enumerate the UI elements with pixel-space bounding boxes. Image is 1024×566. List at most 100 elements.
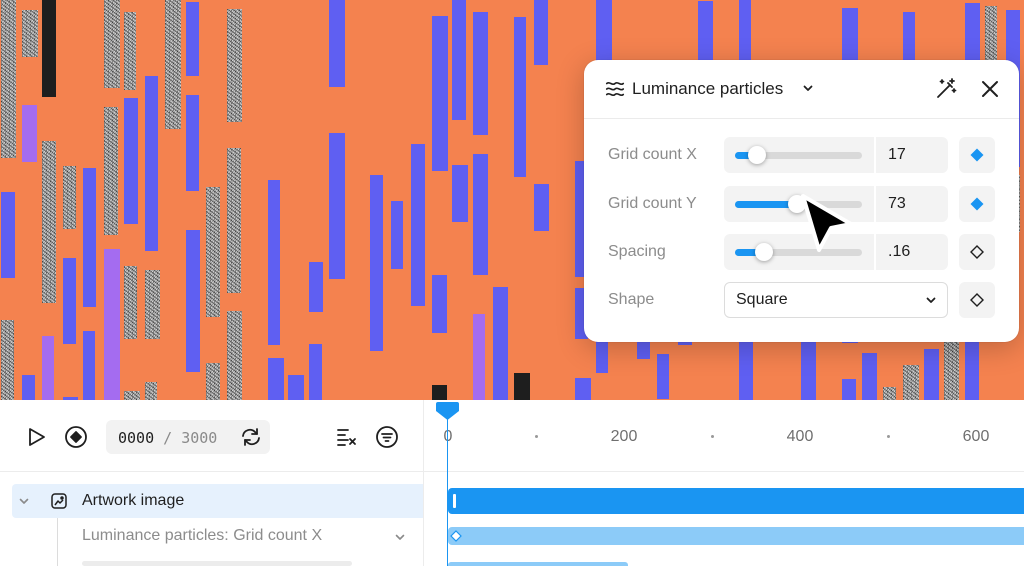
artwork-bar bbox=[329, 0, 345, 87]
property-label: Grid count X bbox=[608, 146, 697, 163]
keyframe-outline-icon bbox=[970, 245, 984, 259]
property-label: Shape bbox=[608, 291, 655, 308]
artwork-bar bbox=[534, 0, 548, 65]
divider bbox=[0, 471, 1024, 472]
artwork-bar bbox=[42, 0, 56, 97]
artwork-bar bbox=[883, 387, 896, 400]
artwork-bar bbox=[391, 201, 403, 269]
track-bar-artwork[interactable] bbox=[448, 488, 1024, 514]
artwork-bar bbox=[452, 165, 468, 222]
playhead-line bbox=[447, 414, 448, 566]
artwork-bar bbox=[452, 0, 466, 120]
property-row-grid-count-x: Grid count X 17 bbox=[584, 137, 1019, 173]
timecode-display[interactable]: 0000 / 3000 bbox=[106, 420, 270, 454]
keyframe-icon[interactable] bbox=[64, 425, 88, 449]
image-layer-icon bbox=[51, 493, 67, 509]
artwork-bar bbox=[309, 262, 323, 312]
track-name[interactable]: Luminance particles: Grid count X bbox=[82, 527, 322, 545]
mouse-cursor-icon bbox=[801, 194, 853, 252]
artwork-bar bbox=[63, 258, 76, 344]
artwork-bar bbox=[657, 354, 669, 399]
spacing-input[interactable]: .16 bbox=[876, 234, 948, 270]
grid-count-y-input[interactable]: 73 bbox=[876, 186, 948, 222]
close-icon[interactable] bbox=[979, 78, 1001, 100]
artwork-bar bbox=[534, 184, 549, 231]
artwork-bar bbox=[104, 0, 120, 88]
artwork-bar bbox=[186, 95, 199, 191]
artwork-bar bbox=[288, 375, 304, 400]
track-bar-clipped bbox=[448, 562, 628, 566]
keyframe-filled-icon bbox=[970, 197, 984, 211]
track-bar-handle[interactable] bbox=[453, 494, 456, 508]
property-label: Spacing bbox=[608, 243, 666, 260]
divider bbox=[423, 400, 424, 566]
keyframe-toggle[interactable] bbox=[959, 282, 995, 318]
artwork-bar bbox=[432, 16, 448, 171]
keyframe-filled-icon bbox=[970, 148, 984, 162]
artwork-bar bbox=[1, 0, 16, 158]
chevron-down-icon[interactable] bbox=[18, 495, 30, 507]
timeline-panel: 0000 / 3000 0 200 400 600 Artwork image … bbox=[0, 400, 1024, 566]
property-label: Grid count Y bbox=[608, 195, 697, 212]
artwork-bar bbox=[227, 311, 242, 400]
artwork-bar bbox=[165, 0, 181, 129]
shape-select[interactable]: Square bbox=[724, 282, 948, 318]
filter-icon[interactable] bbox=[375, 425, 399, 449]
artwork-bar bbox=[473, 314, 485, 400]
track-name[interactable]: Artwork image bbox=[82, 492, 184, 510]
panel-header: Luminance particles bbox=[584, 60, 1019, 119]
slider-knob[interactable] bbox=[747, 146, 766, 164]
artwork-bar bbox=[83, 331, 95, 400]
artwork-bar bbox=[862, 353, 877, 400]
artwork-bar bbox=[473, 12, 488, 135]
artwork-bar bbox=[1, 192, 15, 278]
artwork-bar bbox=[22, 375, 35, 400]
keyframe-toggle[interactable] bbox=[959, 186, 995, 222]
artwork-bar bbox=[206, 187, 220, 317]
keyframe-toggle[interactable] bbox=[959, 234, 995, 270]
artwork-bar bbox=[268, 358, 284, 400]
keyframe-toggle[interactable] bbox=[959, 137, 995, 173]
artwork-bar bbox=[83, 168, 96, 307]
artwork-bar bbox=[227, 148, 241, 293]
timecode-separator: / bbox=[154, 429, 182, 447]
ruler-label: 400 bbox=[786, 428, 814, 445]
chevron-down-icon[interactable] bbox=[394, 531, 406, 543]
easing-icon[interactable] bbox=[335, 425, 359, 449]
chevron-down-icon[interactable] bbox=[802, 82, 814, 94]
artwork-bar bbox=[309, 344, 322, 400]
play-icon[interactable] bbox=[24, 425, 48, 449]
ruler-label: 200 bbox=[610, 428, 638, 445]
artwork-bar bbox=[268, 180, 280, 345]
artwork-bar bbox=[145, 76, 158, 251]
grid-count-x-input[interactable]: 17 bbox=[876, 137, 948, 173]
slider-knob[interactable] bbox=[755, 243, 774, 261]
artwork-bar bbox=[575, 378, 591, 400]
grid-count-x-slider[interactable] bbox=[724, 137, 874, 173]
artwork-bar bbox=[493, 287, 508, 400]
ruler-tick bbox=[711, 435, 714, 438]
track-row-selected[interactable] bbox=[12, 484, 423, 518]
artwork-bar bbox=[145, 270, 160, 339]
artwork-bar bbox=[124, 266, 137, 339]
artwork-bar bbox=[432, 275, 447, 333]
panel-title[interactable]: Luminance particles bbox=[632, 79, 783, 99]
track-bar-grid-count-x[interactable] bbox=[448, 527, 1024, 545]
artwork-bar bbox=[22, 10, 38, 57]
ruler-label: 0 bbox=[443, 428, 453, 445]
magic-wand-icon[interactable] bbox=[934, 77, 958, 101]
ruler-label: 600 bbox=[962, 428, 990, 445]
artwork-bar bbox=[124, 98, 138, 224]
track-name-clipped bbox=[82, 561, 352, 566]
artwork-bar bbox=[42, 336, 54, 400]
artwork-bar bbox=[186, 2, 199, 76]
waves-icon bbox=[605, 81, 625, 97]
keyframe-outline-icon bbox=[970, 293, 984, 307]
playhead-handle[interactable] bbox=[436, 402, 459, 420]
keyframe-diamond-icon[interactable] bbox=[450, 530, 462, 542]
loop-icon[interactable] bbox=[239, 425, 263, 449]
total-frames: 3000 bbox=[181, 429, 218, 447]
artwork-bar bbox=[329, 133, 345, 279]
artwork-bar bbox=[206, 363, 220, 400]
tree-guide bbox=[57, 518, 58, 566]
